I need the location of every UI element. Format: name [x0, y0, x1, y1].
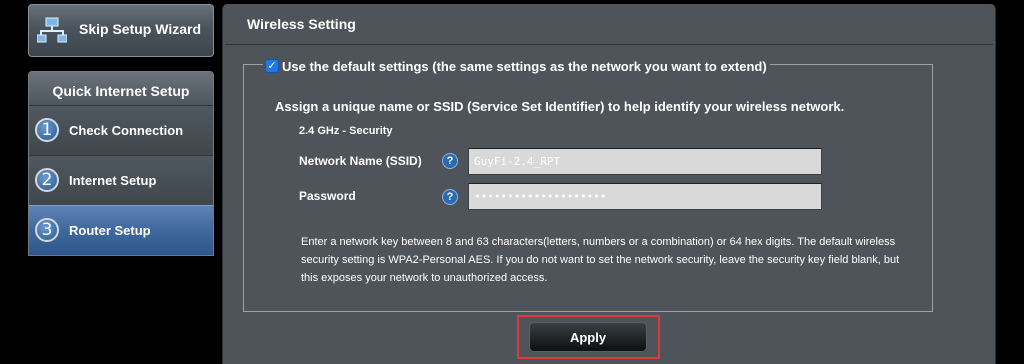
- step-router-setup[interactable]: 3 Router Setup: [29, 205, 213, 255]
- password-help-icon[interactable]: ?: [442, 189, 458, 205]
- step-number-icon: 3: [35, 218, 59, 242]
- skip-setup-wizard-label: Skip Setup Wizard: [79, 21, 202, 37]
- step-label: Internet Setup: [69, 173, 157, 188]
- step-label: Router Setup: [69, 223, 151, 238]
- qis-title: Quick Internet Setup: [29, 72, 213, 105]
- step-label: Check Connection: [69, 123, 184, 138]
- network-icon: [37, 17, 67, 43]
- use-default-settings-checkbox[interactable]: ✓: [265, 59, 279, 73]
- assign-ssid-instruction: Assign a unique name or SSID (Service Se…: [275, 99, 845, 114]
- ssid-field[interactable]: [468, 148, 822, 175]
- page-title: Wireless Setting: [247, 16, 356, 32]
- step-number-icon: 1: [35, 118, 59, 142]
- security-key-note: Enter a network key between 8 and 63 cha…: [301, 236, 900, 284]
- use-default-settings-row: ✓ Use the default settings (the same set…: [263, 58, 770, 74]
- step-check-connection[interactable]: 1 Check Connection: [29, 105, 213, 155]
- step-number-icon: 2: [35, 168, 59, 192]
- wireless-setting-panel: Wireless Setting ✓ Use the default setti…: [222, 4, 996, 364]
- use-default-settings-label: Use the default settings (the same setti…: [282, 58, 767, 74]
- ssid-help-icon[interactable]: ?: [442, 153, 458, 169]
- band-security-label: 2.4 GHz - Security: [299, 125, 393, 137]
- apply-button[interactable]: Apply: [529, 322, 647, 352]
- quick-internet-setup-panel: Quick Internet Setup 1 Check Connection …: [28, 71, 214, 256]
- ssid-label: Network Name (SSID): [299, 154, 422, 168]
- password-label: Password: [299, 189, 356, 203]
- password-field[interactable]: [468, 183, 822, 210]
- step-internet-setup[interactable]: 2 Internet Setup: [29, 155, 213, 205]
- skip-setup-wizard-button[interactable]: Skip Setup Wizard: [28, 4, 214, 57]
- title-divider: [225, 44, 993, 45]
